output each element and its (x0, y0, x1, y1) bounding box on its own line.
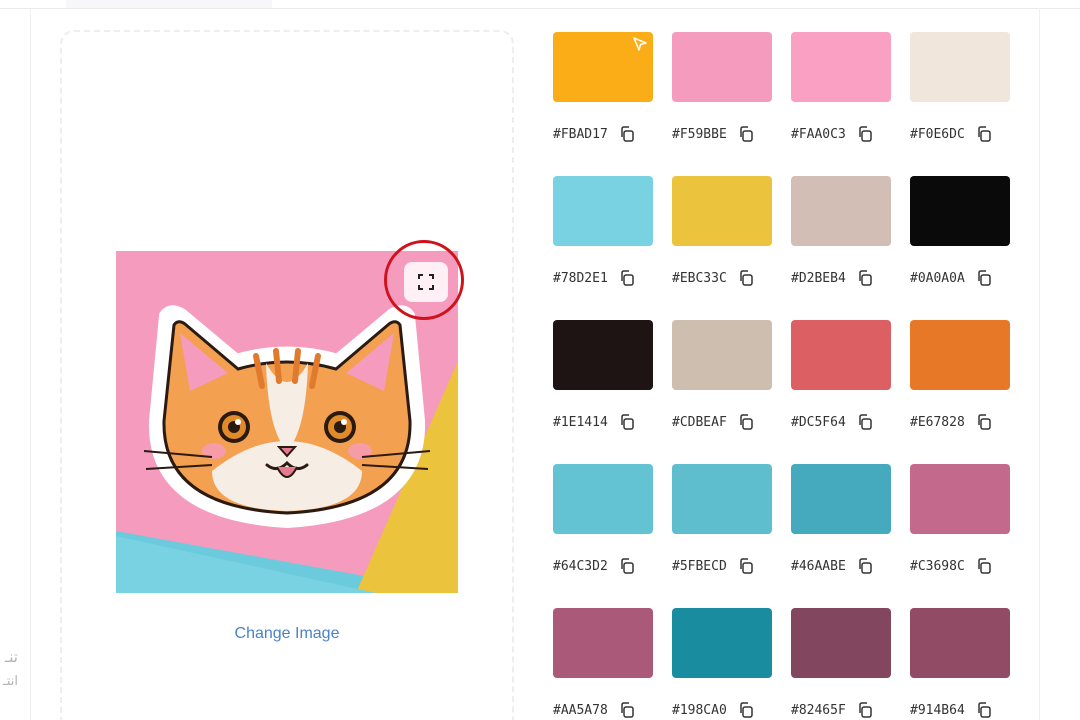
color-hex-label: #CDBEAF (672, 412, 754, 432)
hex-code-text: #DC5F64 (791, 414, 846, 430)
hex-code-text: #78D2E1 (553, 270, 608, 286)
color-swatch[interactable] (553, 464, 653, 534)
copy-icon[interactable] (738, 270, 754, 286)
color-swatch[interactable] (672, 608, 772, 678)
copy-icon[interactable] (857, 270, 873, 286)
color-hex-label: #1E1414 (553, 412, 635, 432)
copy-icon[interactable] (857, 558, 873, 574)
color-swatch[interactable] (910, 320, 1010, 390)
copy-icon[interactable] (738, 558, 754, 574)
color-swatch[interactable] (791, 464, 891, 534)
color-hex-label: #EBC33C (672, 268, 754, 288)
color-swatch[interactable] (672, 320, 772, 390)
color-hex-label: #5FBECD (672, 556, 754, 576)
color-swatch[interactable] (791, 608, 891, 678)
color-swatch[interactable] (672, 176, 772, 246)
color-swatch[interactable] (553, 320, 653, 390)
hex-code-text: #AA5A78 (553, 702, 608, 718)
copy-icon[interactable] (619, 558, 635, 574)
copy-icon[interactable] (619, 414, 635, 430)
color-hex-label: #46AABE (791, 556, 873, 576)
color-hex-label: #FBAD17 (553, 124, 635, 144)
right-divider (1039, 8, 1040, 720)
expand-icon (418, 274, 434, 290)
color-swatch[interactable] (791, 176, 891, 246)
cursor-icon (633, 37, 647, 51)
color-hex-label: #914B64 (910, 700, 992, 720)
hex-code-text: #64C3D2 (553, 558, 608, 574)
hex-code-text: #E67828 (910, 414, 965, 430)
hex-code-text: #C3698C (910, 558, 965, 574)
color-hex-label: #64C3D2 (553, 556, 635, 576)
side-text-line-2: انتـ (3, 674, 18, 689)
hex-code-text: #46AABE (791, 558, 846, 574)
color-hex-label: #D2BEB4 (791, 268, 873, 288)
color-swatch[interactable] (910, 176, 1010, 246)
hex-code-text: #82465F (791, 702, 846, 718)
copy-icon[interactable] (738, 126, 754, 142)
hex-code-text: #EBC33C (672, 270, 727, 286)
hex-code-text: #1E1414 (553, 414, 608, 430)
color-hex-label: #C3698C (910, 556, 992, 576)
left-divider (30, 8, 31, 720)
hex-code-text: #0A0A0A (910, 270, 965, 286)
color-hex-label: #FAA0C3 (791, 124, 873, 144)
color-swatch[interactable] (791, 320, 891, 390)
color-swatch[interactable] (910, 32, 1010, 102)
copy-icon[interactable] (976, 126, 992, 142)
copy-icon[interactable] (976, 414, 992, 430)
color-swatch[interactable] (791, 32, 891, 102)
hex-code-text: #914B64 (910, 702, 965, 718)
change-image-link[interactable]: Change Image (116, 625, 458, 643)
color-hex-label: #AA5A78 (553, 700, 635, 720)
color-hex-label: #DC5F64 (791, 412, 873, 432)
hex-code-text: #FBAD17 (553, 126, 608, 142)
color-swatch[interactable] (910, 464, 1010, 534)
copy-icon[interactable] (857, 414, 873, 430)
expand-image-button[interactable] (404, 262, 448, 302)
hex-code-text: #D2BEB4 (791, 270, 846, 286)
color-hex-label: #198CA0 (672, 700, 754, 720)
color-hex-label: #F59BBE (672, 124, 754, 144)
color-hex-label: #E67828 (910, 412, 992, 432)
app-frame: تنـ انتـ Change Image #FBAD17 #F59BBE #F… (0, 0, 1080, 720)
color-swatch[interactable] (672, 464, 772, 534)
top-tab-edge (66, 0, 272, 8)
color-hex-label: #82465F (791, 700, 873, 720)
color-swatch[interactable] (672, 32, 772, 102)
copy-icon[interactable] (619, 702, 635, 718)
color-hex-label: #0A0A0A (910, 268, 992, 288)
hex-code-text: #CDBEAF (672, 414, 727, 430)
copy-icon[interactable] (619, 126, 635, 142)
copy-icon[interactable] (619, 270, 635, 286)
hex-code-text: #F0E6DC (910, 126, 965, 142)
top-divider (0, 8, 1080, 9)
color-hex-label: #78D2E1 (553, 268, 635, 288)
side-text-line-1: تنـ (4, 648, 18, 666)
copy-icon[interactable] (976, 270, 992, 286)
color-hex-label: #F0E6DC (910, 124, 992, 144)
hex-code-text: #F59BBE (672, 126, 727, 142)
copy-icon[interactable] (857, 126, 873, 142)
color-swatch[interactable] (553, 608, 653, 678)
copy-icon[interactable] (857, 702, 873, 718)
copy-icon[interactable] (738, 414, 754, 430)
copy-icon[interactable] (976, 702, 992, 718)
hex-code-text: #5FBECD (672, 558, 727, 574)
hex-code-text: #198CA0 (672, 702, 727, 718)
color-swatch[interactable] (910, 608, 1010, 678)
hex-code-text: #FAA0C3 (791, 126, 846, 142)
copy-icon[interactable] (976, 558, 992, 574)
color-swatch[interactable] (553, 176, 653, 246)
copy-icon[interactable] (738, 702, 754, 718)
